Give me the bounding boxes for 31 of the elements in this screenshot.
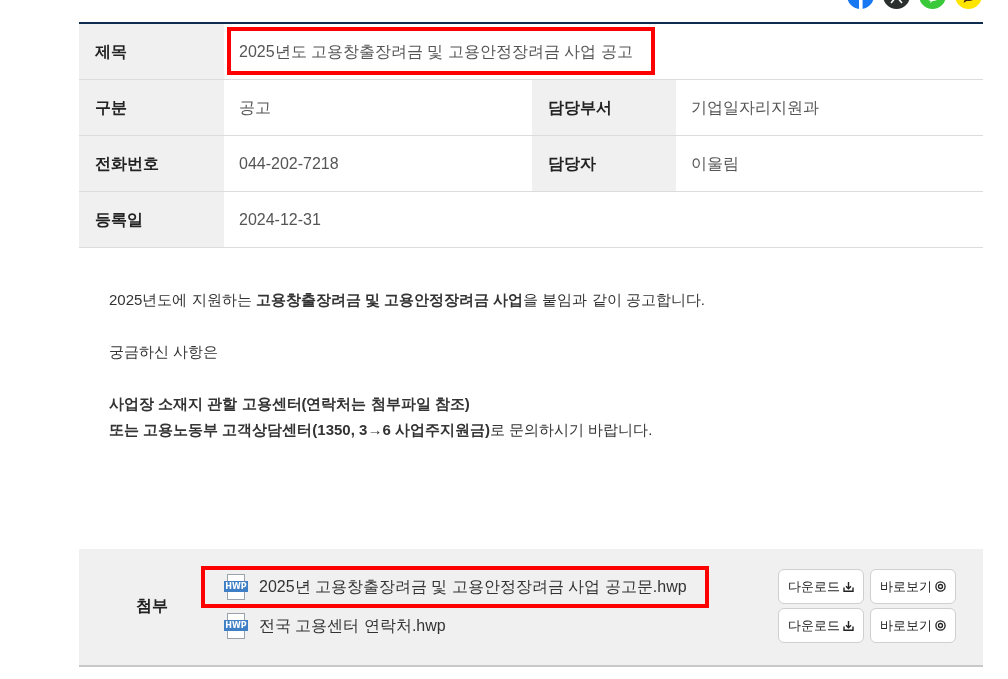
field-value: 공고: [239, 97, 271, 118]
body-paragraph: 사업장 소재지 관할 고용센터(연락처는 첨부파일 참조) 또는 고용노동부 고객상담센터(1350, 3→6 사업주지원금)로 문의하시기 바랍니다.: [109, 394, 654, 440]
letter-f-icon[interactable]: [847, 0, 874, 9]
field-value: 044-202-7218: [239, 153, 339, 174]
target-icon: [935, 620, 946, 631]
file-link[interactable]: 전국 고용센터 연락처.hwp: [259, 614, 446, 637]
field-value: 2025년도 고용창출장려금 및 고용안정장려금 사업 공고: [239, 41, 633, 62]
field-label: 담당자: [532, 136, 676, 191]
download-button[interactable]: 다운로드: [778, 608, 864, 643]
download-icon: [843, 620, 854, 631]
body-paragraph: 2025년도에 지원하는 고용창출장려금 및 고용안정장려금 사업을 붙임과 같이 공고합니다.: [109, 290, 706, 310]
chat-bubble-icon[interactable]: [955, 0, 982, 9]
preview-button[interactable]: 바로보기: [870, 608, 956, 643]
file-link[interactable]: 2025년 고용창출장려금 및 고용안정장려금 사업 공고문.hwp: [259, 575, 687, 598]
field-label: 전화번호: [79, 136, 224, 191]
field-value: 이울림: [691, 153, 739, 174]
download-button[interactable]: 다운로드: [778, 569, 864, 604]
target-icon: [935, 581, 946, 592]
hwp-file-icon: HWP: [224, 573, 248, 600]
body-paragraph: 궁금하신 사항은: [109, 342, 220, 362]
field-label: 등록일: [79, 192, 224, 247]
field-label: 제목: [79, 24, 224, 79]
field-value: 기업일자리지원과: [691, 97, 819, 118]
attachment-label: 첨부: [134, 596, 169, 616]
preview-button[interactable]: 바로보기: [870, 569, 956, 604]
field-label: 담당부서: [532, 80, 676, 135]
hwp-file-icon: HWP: [224, 612, 248, 639]
x-mark-icon[interactable]: [883, 0, 910, 9]
download-icon: [843, 581, 854, 592]
field-value: 2024-12-31: [239, 209, 321, 230]
field-label: 구분: [79, 80, 224, 135]
